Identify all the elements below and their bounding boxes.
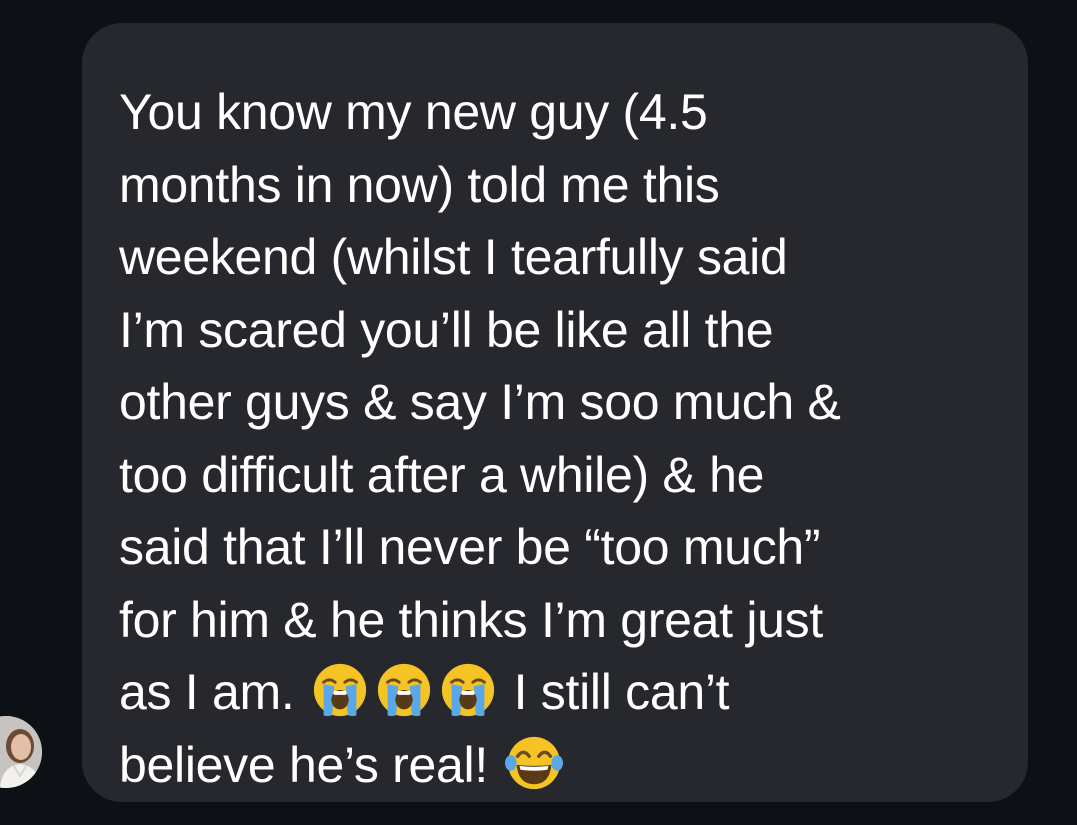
message-text: You know my new guy (4.5 months in now) … [119,76,988,801]
sender-avatar[interactable] [0,716,42,788]
message-line: believe he’s real! [119,736,488,793]
message-line: You know my new guy (4.5 [119,84,708,140]
message-line: I’m scared you’ll be like all the [119,301,774,358]
message-line: too difficult after a while) & he [119,446,765,503]
message-line: months in now) told me this [119,156,720,213]
avatar-photo-icon [0,716,42,788]
message-line: as I am. [119,664,295,720]
loudly-crying-face-icon [311,661,369,719]
message-line: said that I’ll never be “too much” [119,519,821,575]
message-bubble[interactable]: You know my new guy (4.5 months in now) … [82,23,1028,802]
message-line: I still can’t [513,664,730,720]
loudly-crying-face-icon [439,661,497,719]
loudly-crying-face-icon [375,661,433,719]
message-line: weekend (whilst I tearfully said [119,229,788,285]
face-with-tears-of-joy-icon [504,734,563,792]
chat-screen: You know my new guy (4.5 months in now) … [0,0,1077,825]
message-line: other guys & say I’m soo much & [119,374,841,430]
message-line: for him & he thinks I’m great just [119,591,823,648]
